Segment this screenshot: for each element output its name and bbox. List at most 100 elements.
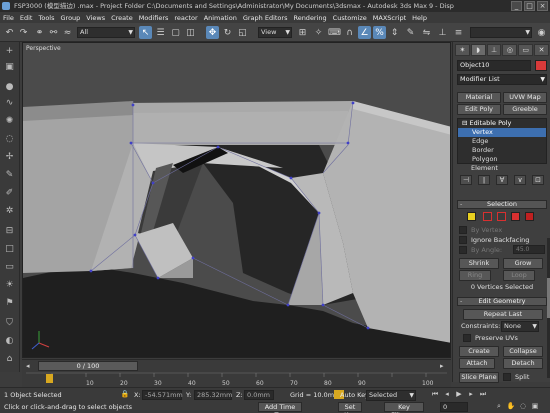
flag-icon[interactable]: ⚑ [3, 296, 16, 309]
detach-button[interactable]: Detach [503, 358, 543, 369]
hierarchy-tab-icon[interactable]: ⊥ [486, 44, 502, 56]
go-to-start-icon[interactable]: ⏮ [430, 389, 440, 399]
menu-maxscript[interactable]: MAXScript [373, 14, 406, 22]
by-vertex-checkbox[interactable] [459, 226, 467, 234]
constraints-dropdown[interactable]: None ▼ [501, 321, 539, 332]
unlink-icon[interactable]: ⚯ [47, 26, 60, 39]
vertex-mode-icon[interactable] [467, 212, 476, 221]
prev-key-icon[interactable]: ◂ [442, 389, 452, 399]
next-frame-icon[interactable]: ▸ [440, 362, 444, 370]
split-checkbox[interactable] [503, 373, 511, 381]
motion-tab-icon[interactable]: ◎ [502, 44, 518, 56]
ignore-backfacing-checkbox[interactable] [459, 236, 467, 244]
menu-customize[interactable]: Customize [333, 14, 367, 22]
remove-modifier-icon[interactable]: ∨ [514, 175, 526, 185]
rectangular-region-icon[interactable]: ▢ [169, 26, 182, 39]
maximize-button[interactable]: □ [524, 1, 535, 11]
render-icon[interactable]: ◉ [535, 26, 548, 39]
viewport-label[interactable]: Perspective [26, 45, 61, 52]
create-button[interactable]: Create [459, 346, 499, 357]
sun-icon[interactable]: ☀ [3, 278, 16, 291]
configure-sets-icon[interactable]: ⊡ [532, 175, 544, 185]
set-key-button[interactable]: Set Key [338, 402, 362, 413]
monitor-icon[interactable]: ▭ [3, 260, 16, 273]
camera-icon[interactable]: ◐ [3, 334, 16, 347]
collapse-button[interactable]: Collapse [503, 346, 543, 357]
edit-poly-button[interactable]: Edit Poly [457, 104, 501, 115]
menu-create[interactable]: Create [111, 14, 133, 22]
helper-icon[interactable]: ✢ [3, 150, 16, 163]
preserve-uvs-checkbox[interactable] [463, 334, 471, 342]
track-bar[interactable]: 10 20 30 40 50 60 70 80 90 100 [22, 371, 451, 387]
greeble-button[interactable]: Greeble [503, 104, 547, 115]
lock-selection-icon[interactable]: 🔒 [120, 389, 130, 399]
named-selection-icon[interactable]: ✎ [404, 26, 417, 39]
key-mode-dropdown[interactable]: Selected ▼ [366, 390, 416, 401]
grow-button[interactable]: Grow [503, 258, 543, 269]
minimize-button[interactable]: _ [511, 1, 522, 11]
zoom-icon[interactable]: ⌕ [494, 401, 504, 411]
select-rotate-icon[interactable]: ↻ [221, 26, 234, 39]
time-slider[interactable]: 0 / 100 [38, 361, 138, 371]
selection-filter-dropdown[interactable]: All ▼ [77, 27, 135, 38]
select-scale-icon[interactable]: ◱ [236, 26, 249, 39]
stack-item-element[interactable]: Element [471, 164, 498, 172]
material-button[interactable]: Material [457, 92, 501, 103]
spinner-snap-icon[interactable]: ⇕ [388, 26, 401, 39]
menu-reactor[interactable]: reactor [174, 14, 197, 22]
object-color-swatch[interactable] [535, 60, 547, 71]
brush-icon[interactable]: ✎ [3, 168, 16, 181]
window-crossing-icon[interactable]: ◫ [184, 26, 197, 39]
plus-icon[interactable]: + [3, 44, 16, 57]
menu-modifiers[interactable]: Modifiers [139, 14, 169, 22]
key-filters-button[interactable]: Key Filters... [384, 402, 424, 413]
paint-icon[interactable]: ✐ [3, 186, 16, 199]
by-angle-checkbox[interactable] [459, 246, 467, 254]
square-icon[interactable]: □ [3, 242, 16, 255]
pan-icon[interactable]: ✋ [506, 401, 516, 411]
align-icon[interactable]: ⊥ [436, 26, 449, 39]
modifier-list-dropdown[interactable]: Modifier List ▼ [457, 74, 547, 85]
element-mode-icon[interactable] [525, 212, 534, 221]
link-icon[interactable]: ⚭ [33, 26, 46, 39]
show-end-result-icon[interactable]: ǀ [478, 175, 490, 185]
shield-icon[interactable]: ⛉ [3, 316, 16, 329]
y-coordinate-field[interactable]: 285.32mm [194, 390, 232, 400]
select-by-name-icon[interactable]: ☰ [154, 26, 167, 39]
maximize-viewport-icon[interactable]: ▣ [530, 401, 540, 411]
ring-icon[interactable]: ◌ [3, 132, 16, 145]
uvw-map-button[interactable]: UVW Map [503, 92, 547, 103]
display-tab-icon[interactable]: ▭ [518, 44, 534, 56]
menu-animation[interactable]: Animation [204, 14, 237, 22]
slice-plane-button[interactable]: Slice Plane [459, 372, 499, 383]
ring-button[interactable]: Ring [459, 270, 491, 281]
menu-graph-editors[interactable]: Graph Editors [243, 14, 288, 22]
menu-views[interactable]: Views [86, 14, 105, 22]
redo-icon[interactable]: ↷ [17, 26, 30, 39]
named-selection-sets-dropdown[interactable]: ▼ [470, 27, 532, 38]
gear-icon[interactable]: ✲ [3, 204, 16, 217]
cube-icon[interactable]: ▣ [3, 60, 16, 73]
stack-item-border[interactable]: Border [458, 146, 546, 155]
x-coordinate-field[interactable]: -54.571mm [142, 390, 183, 400]
object-name-field[interactable]: Object10 [457, 60, 531, 71]
attach-button[interactable]: Attach [459, 358, 495, 369]
undo-icon[interactable]: ↶ [3, 26, 16, 39]
next-key-icon[interactable]: ▸ [466, 389, 476, 399]
menu-file[interactable]: File [3, 14, 14, 22]
stack-item-editable-poly[interactable]: ⊟ Editable Poly [458, 119, 546, 128]
percent-snap-icon[interactable]: % [373, 26, 386, 39]
close-button[interactable]: × [537, 1, 548, 11]
stack-item-edge[interactable]: Edge [458, 137, 546, 146]
menu-group[interactable]: Group [61, 14, 81, 22]
select-move-icon[interactable]: ✥ [206, 26, 219, 39]
keyboard-shortcut-override-icon[interactable]: ⌨ [328, 26, 341, 39]
repeat-last-button[interactable]: Repeat Last [463, 309, 543, 320]
sphere-icon[interactable]: ● [3, 80, 16, 93]
curve-icon[interactable]: ∿ [3, 96, 16, 109]
reference-coordinate-dropdown[interactable]: View ▼ [258, 27, 292, 38]
stack-item-vertex[interactable]: Vertex [458, 128, 546, 137]
prev-frame-icon[interactable]: ◂ [26, 362, 30, 370]
snaps-toggle-icon[interactable]: ∩ [343, 26, 356, 39]
shrink-button[interactable]: Shrink [459, 258, 499, 269]
